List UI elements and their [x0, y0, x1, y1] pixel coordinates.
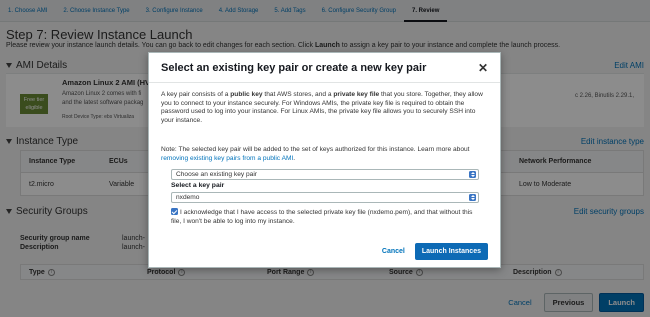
- dialog-cancel-button[interactable]: Cancel: [382, 248, 405, 255]
- key-pair-option-select[interactable]: Choose an existing key pair: [171, 169, 479, 180]
- select-key-pair-label: Select a key pair: [171, 182, 225, 189]
- key-pair-value: nxdemo: [176, 194, 200, 201]
- p2-end: .: [293, 154, 296, 162]
- dialog-title: Select an existing key pair or create a …: [161, 61, 427, 74]
- select-arrows-icon: [469, 171, 476, 178]
- dialog-body: A key pair consists of a public key that…: [149, 83, 500, 163]
- p2-text: Note: The selected key pair will be adde…: [161, 146, 470, 153]
- dialog-header: Select an existing key pair or create a …: [149, 53, 500, 83]
- key-pair-explanation: A key pair consists of a public key that…: [161, 91, 488, 143]
- p1-public-key: public key: [230, 91, 263, 98]
- dialog-footer: Cancel Launch Instances: [149, 235, 500, 267]
- key-pair-option-value: Choose an existing key pair: [176, 171, 258, 178]
- p1-text-c: that AWS stores, and a: [262, 91, 334, 98]
- acknowledge-text: I acknowledge that I have access to the …: [171, 209, 473, 225]
- p1-text-a: A key pair consists of a: [161, 91, 231, 98]
- close-icon[interactable]: ✕: [478, 61, 488, 75]
- p1-private-key-file: private key file: [333, 91, 380, 98]
- key-pair-note: Note: The selected key pair will be adde…: [161, 146, 488, 163]
- key-pair-dialog: Select an existing key pair or create a …: [148, 52, 501, 268]
- acknowledge-checkbox[interactable]: [171, 208, 178, 215]
- acknowledge-row: I acknowledge that I have access to the …: [171, 208, 481, 226]
- key-pair-select[interactable]: nxdemo: [171, 192, 479, 203]
- select-arrows-icon: [469, 194, 476, 201]
- launch-instances-button[interactable]: Launch Instances: [414, 242, 488, 260]
- remove-key-pairs-link[interactable]: removing existing key pairs from a publi…: [161, 155, 293, 162]
